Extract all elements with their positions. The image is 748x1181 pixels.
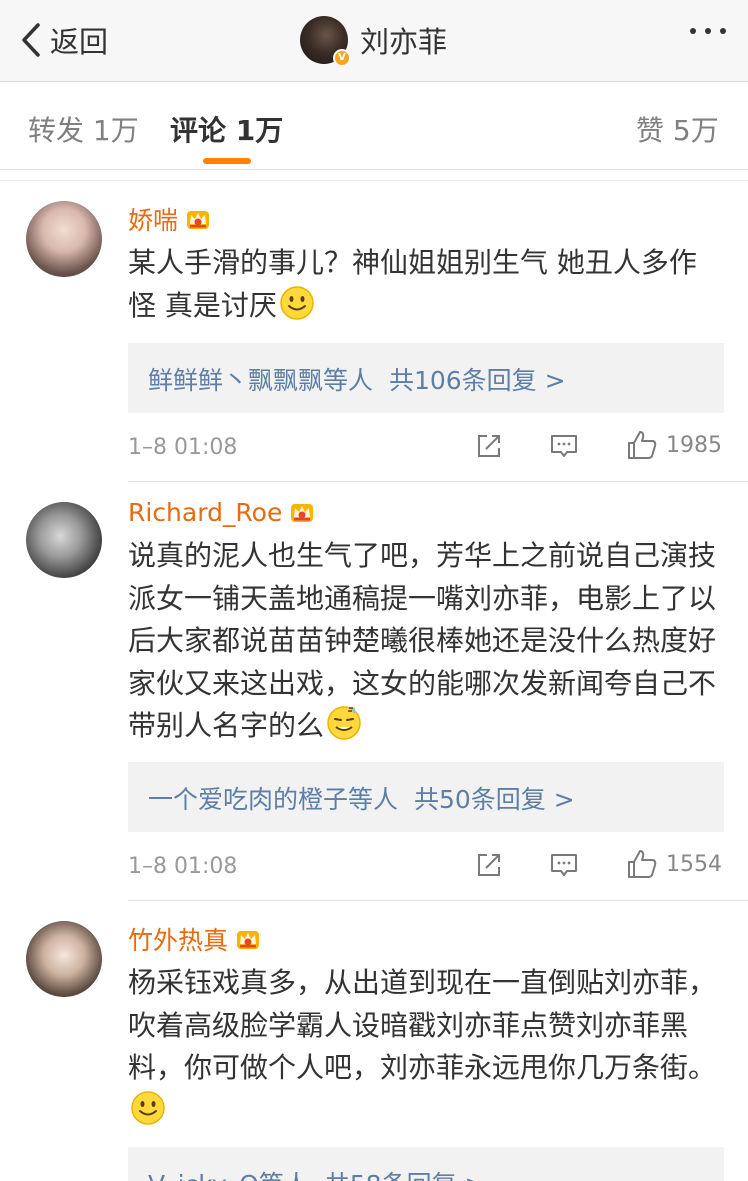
reply-suffix: 等人 — [348, 785, 399, 814]
top-nav-bar: 返回 V 刘亦菲 — [0, 0, 748, 82]
avatar[interactable] — [26, 201, 102, 277]
back-button[interactable]: 返回 — [18, 18, 108, 62]
reply-count: 共106条回复 > — [388, 366, 566, 395]
section-divider — [0, 171, 748, 181]
comment-text: 某人手滑的事儿？神仙姐姐别生气 她丑人多作怪 真是讨厌 — [128, 246, 697, 322]
reply-suffix: 等人 — [259, 1170, 309, 1181]
reply-summary-link[interactable]: 一个爱吃肉的橙子等人 共50条回复 > — [128, 762, 724, 832]
reply-names: 一个爱吃肉的橙子 — [148, 785, 349, 814]
tab-reposts[interactable]: 转发 1万 — [28, 109, 139, 149]
like-button[interactable]: 1554 — [626, 848, 722, 880]
nav-title-group[interactable]: V 刘亦菲 — [300, 14, 448, 67]
share-button[interactable] — [474, 850, 504, 880]
tab-comments[interactable]: 评论 1万 — [170, 109, 283, 149]
comment-item: 娇喘 某人手滑的事儿？神仙姐姐别生气 她丑人多作怪 真是讨厌 鲜鲜鲜丶飘飘飘等人… — [0, 181, 748, 481]
page-title: 刘亦菲 — [360, 25, 448, 59]
comment-time: 1–8 01:08 — [128, 854, 238, 879]
comment-username[interactable]: Richard_Roe — [128, 498, 282, 527]
more-options-icon[interactable] — [690, 28, 726, 34]
comment-item: 竹外热真 杨采钰戏真多，从出道到现在一直倒贴刘亦菲，吹着高级脸学霸人设暗戳刘亦菲… — [0, 901, 748, 1181]
comment-icon — [549, 431, 579, 461]
share-icon — [474, 431, 504, 461]
comment-text: 杨采钰戏真多，从出道到现在一直倒贴刘亦菲，吹着高级脸学霸人设暗戳刘亦菲点赞刘亦菲… — [128, 962, 718, 1132]
reply-count: 共58条回复 > — [325, 1170, 486, 1181]
comment-item: Richard_Roe 说真的泥人也生气了吧，芳华上之前说自己演技派女一铺天盖地… — [0, 482, 748, 900]
share-button[interactable] — [474, 431, 504, 461]
tab-likes[interactable]: 赞 5万 — [636, 109, 719, 149]
reply-suffix: 等人 — [323, 366, 374, 395]
avatar[interactable] — [26, 921, 102, 997]
like-count: 1554 — [666, 851, 722, 877]
comment-icon — [549, 850, 579, 880]
reply-button[interactable] — [549, 850, 579, 880]
like-button[interactable]: 1985 — [626, 429, 722, 461]
chevron-left-icon — [22, 23, 40, 57]
smile-emoji-icon — [279, 285, 315, 321]
active-tab-indicator — [203, 158, 251, 164]
back-label: 返回 — [50, 25, 109, 59]
share-icon — [474, 850, 504, 880]
like-count: 1985 — [666, 432, 722, 458]
comment-username[interactable]: 竹外热真 — [128, 921, 228, 957]
reply-names: 鲜鲜鲜丶飘飘飘 — [148, 366, 324, 395]
reply-names: V_icky_O — [148, 1170, 259, 1181]
crown-vip-icon — [288, 498, 316, 526]
reply-count: 共50条回复 > — [413, 785, 575, 814]
comment-username[interactable]: 娇喘 — [128, 201, 178, 237]
comment-time: 1–8 01:08 — [128, 435, 238, 460]
sweat-emoji-icon — [326, 705, 362, 741]
thumbs-up-icon — [626, 848, 658, 880]
reply-button[interactable] — [549, 431, 579, 461]
smile-emoji-icon — [130, 1090, 166, 1126]
verified-badge-icon: V — [333, 49, 351, 67]
comment-text: 说真的泥人也生气了吧，芳华上之前说自己演技派女一铺天盖地通稿提一嘴刘亦菲，电影上… — [128, 539, 717, 742]
thumbs-up-icon — [626, 429, 658, 461]
avatar[interactable]: V — [300, 16, 351, 67]
crown-vip-icon — [234, 925, 262, 953]
reply-summary-link[interactable]: V_icky_O等人 共58条回复 > — [128, 1147, 724, 1181]
tab-bar: 转发 1万 评论 1万 赞 5万 — [0, 83, 748, 170]
reply-summary-link[interactable]: 鲜鲜鲜丶飘飘飘等人 共106条回复 > — [128, 343, 724, 413]
crown-vip-icon — [184, 205, 212, 233]
avatar[interactable] — [26, 502, 102, 578]
